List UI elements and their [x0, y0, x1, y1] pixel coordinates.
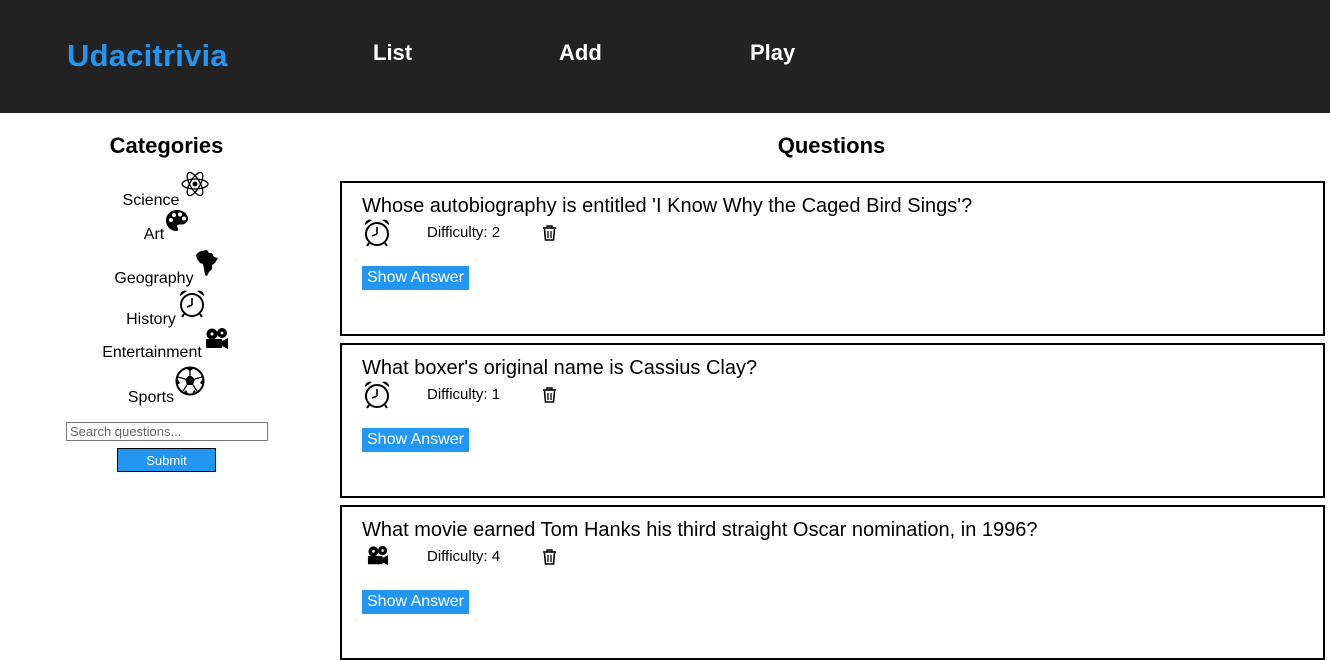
- nav-play-link[interactable]: Play: [750, 40, 795, 66]
- category-item-entertainment[interactable]: Entertainment: [0, 328, 333, 362]
- question-meta: Difficulty: 1: [362, 379, 762, 411]
- show-answer-button[interactable]: Show Answer: [362, 590, 469, 614]
- difficulty-label: Difficulty: 2: [427, 224, 501, 241]
- question-text: What movie earned Tom Hanks his third st…: [362, 519, 1038, 541]
- delete-trash-icon[interactable]: [542, 387, 557, 408]
- search-submit-button[interactable]: Submit: [117, 448, 216, 472]
- alarm-clock-icon: [362, 217, 392, 252]
- africa-map-icon: [195, 249, 219, 282]
- category-label: Sports: [127, 389, 175, 406]
- film-camera-icon: [203, 327, 231, 356]
- alarm-clock-icon: [362, 379, 392, 414]
- show-answer-button[interactable]: Show Answer: [362, 266, 469, 290]
- question-text: What boxer's original name is Cassius Cl…: [362, 357, 758, 379]
- soccer-ball-icon: [175, 366, 205, 401]
- delete-trash-icon[interactable]: [542, 225, 557, 246]
- category-item-science[interactable]: Science: [0, 171, 333, 210]
- top-navbar: Udacitrivia List Add Play: [0, 0, 1330, 113]
- logo-link[interactable]: Udacitrivia: [67, 38, 228, 74]
- film-camera-icon: [365, 545, 391, 572]
- difficulty-label: Difficulty: 4: [427, 548, 501, 565]
- category-item-art[interactable]: Art: [0, 210, 333, 244]
- category-label: Art: [143, 226, 165, 243]
- category-label: Entertainment: [102, 344, 202, 361]
- nav-list-link[interactable]: List: [373, 40, 412, 66]
- search-input[interactable]: [66, 422, 268, 441]
- question-card: Whose autobiography is entitled 'I Know …: [340, 181, 1325, 336]
- question-card: What boxer's original name is Cassius Cl…: [340, 343, 1325, 498]
- category-label: History: [126, 311, 176, 328]
- science-icon: [180, 169, 210, 204]
- alarm-clock-icon: [177, 288, 207, 323]
- difficulty-label: Difficulty: 1: [427, 386, 501, 403]
- questions-heading: Questions: [777, 133, 886, 158]
- nav-add-link[interactable]: Add: [559, 40, 602, 66]
- art-palette-icon: [165, 209, 189, 238]
- category-label: Geography: [114, 270, 194, 287]
- delete-trash-icon[interactable]: [542, 549, 557, 570]
- show-answer-button[interactable]: Show Answer: [362, 428, 469, 452]
- question-text: Whose autobiography is entitled 'I Know …: [362, 195, 973, 217]
- question-meta: Difficulty: 2: [362, 217, 762, 249]
- category-item-sports[interactable]: Sports: [0, 366, 333, 407]
- question-meta: Difficulty: 4: [362, 541, 762, 573]
- categories-sidebar: Categories Science Art Geography History…: [0, 113, 333, 650]
- category-item-geography[interactable]: Geography: [0, 250, 333, 288]
- question-card: What movie earned Tom Hanks his third st…: [340, 505, 1325, 660]
- category-label: Science: [122, 192, 180, 209]
- categories-heading: Categories: [109, 133, 224, 158]
- category-item-history[interactable]: History: [0, 290, 333, 329]
